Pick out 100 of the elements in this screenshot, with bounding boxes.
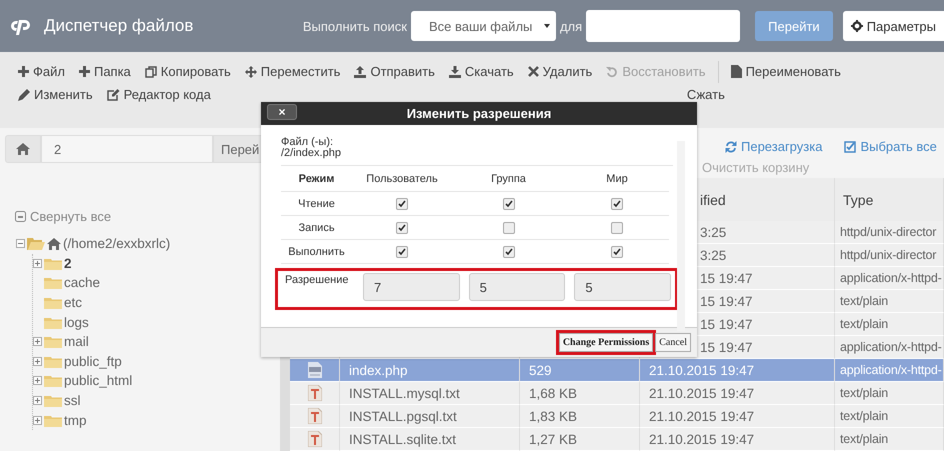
php-file-icon [308, 362, 322, 378]
column-header: Режим [298, 172, 334, 184]
tree-item[interactable]: public_ftp [64, 354, 122, 369]
checkbox[interactable] [611, 246, 623, 258]
dialog-button[interactable]: Change Permissions [558, 333, 654, 352]
mime-type: httpd/unix-director [840, 248, 936, 262]
action-link[interactable]: Перезагрузка [725, 139, 822, 154]
tree-label: (/home2/exxbxrlc) [63, 236, 170, 252]
action-link[interactable]: Выбрать все [844, 139, 937, 154]
modified-date: 15 19:47 [700, 316, 753, 332]
folder-icon [44, 256, 62, 270]
toolbar-button[interactable]: Файл [18, 64, 65, 79]
mime-type: application/x-httpd- [840, 271, 942, 285]
modified-date: 21.10.2015 19:47 [649, 432, 754, 446]
scrollbar[interactable] [677, 141, 685, 331]
tree-item[interactable]: ssl [64, 393, 80, 408]
checkbox[interactable] [611, 222, 623, 234]
home-button[interactable] [5, 135, 41, 163]
dialog-button[interactable]: Cancel [655, 333, 691, 352]
toolbar-button[interactable]: Переместить [244, 64, 340, 79]
plus-icon [78, 66, 90, 77]
collapse-all-link[interactable]: Свернуть все [15, 209, 280, 224]
tree-item[interactable]: (/home2/exxbxrlc) [16, 234, 280, 254]
mime-type: text/plain [840, 386, 888, 400]
search-field[interactable] [586, 10, 740, 42]
settings-button[interactable]: Параметры [842, 11, 944, 41]
expand-icon[interactable] [33, 416, 42, 425]
checkbox-icon [844, 140, 856, 153]
checkbox[interactable] [502, 246, 514, 258]
folder-icon [44, 374, 62, 388]
collapse-icon[interactable] [16, 239, 25, 248]
file-label: Файл (-ы): [281, 137, 334, 148]
file-size: 1,27 KB [529, 432, 578, 446]
tree-item[interactable]: 2 [64, 256, 72, 271]
close-button[interactable]: × [267, 104, 297, 120]
folder-icon [44, 296, 62, 310]
scope-select[interactable]: Все ваши файлы [410, 11, 556, 41]
tree-item[interactable]: public_html [64, 373, 132, 388]
tree-item[interactable]: etc [64, 295, 82, 310]
checkbox[interactable] [502, 198, 514, 210]
folder-icon [44, 354, 62, 368]
mime-type: application/x-httpd- [840, 363, 942, 377]
toolbar-button[interactable]: Изменить [18, 87, 93, 102]
close-icon [528, 66, 539, 77]
column-header: Группа [491, 172, 526, 184]
mode-label: Чтение [298, 198, 335, 210]
toolbar-button[interactable]: Переименовать [730, 64, 841, 79]
text-file-icon [308, 408, 322, 424]
mode-label: Выполнить [288, 246, 345, 258]
modified-date: 15 19:47 [700, 340, 753, 354]
column-header: Пользователь [366, 172, 438, 184]
copy-icon [144, 66, 157, 78]
file-size: 1,83 KB [529, 408, 578, 424]
tree-item[interactable]: mail [64, 334, 89, 350]
toolbar-button[interactable]: Отправить [354, 64, 435, 79]
home-icon [16, 143, 30, 155]
tree-item[interactable]: cache [64, 275, 100, 290]
expand-icon[interactable] [33, 258, 42, 268]
permission-label: Разрешение [285, 273, 350, 288]
toolbar-button[interactable]: Удалить [528, 64, 592, 79]
permission-field[interactable]: 7 [362, 273, 460, 301]
permission-field[interactable]: 5 [468, 273, 566, 301]
reload-icon [725, 140, 737, 153]
text-file-icon [308, 385, 322, 401]
modified-date: 21.10.2015 19:47 [649, 408, 754, 424]
expand-icon[interactable] [33, 356, 42, 366]
modified-date: 15 19:47 [700, 270, 753, 286]
permission-field[interactable]: 5 [574, 273, 671, 301]
for-label: для [560, 18, 582, 34]
mime-type: application/x-httpd- [840, 340, 942, 354]
folder-icon [27, 237, 45, 250]
search-label: Выполнить поиск [302, 18, 407, 34]
caret-icon [544, 24, 550, 28]
tree-item[interactable]: tmp [64, 412, 87, 428]
mime-type: httpd/unix-director [840, 225, 936, 239]
column-header[interactable]: Type [835, 178, 944, 221]
modified-date: 21.10.2015 19:47 [649, 386, 754, 400]
toolbar-button[interactable]: Папка [78, 64, 131, 79]
checkbox[interactable] [396, 198, 408, 210]
app-title: Диспетчер файлов [44, 16, 194, 36]
tree-item[interactable]: logs [64, 314, 89, 330]
expand-icon[interactable] [33, 376, 42, 386]
settings-icon [850, 20, 863, 32]
expand-icon[interactable] [33, 337, 42, 346]
toolbar-button[interactable]: Скачать [448, 64, 514, 79]
toolbar-button[interactable]: Редактор кода [106, 87, 211, 102]
toolbar-button[interactable]: Копировать [144, 64, 231, 79]
expand-icon[interactable] [33, 396, 42, 406]
collapse-icon [15, 211, 26, 222]
checkbox[interactable] [611, 198, 623, 210]
checkbox[interactable] [502, 222, 514, 234]
folder-icon [44, 276, 62, 290]
checkbox[interactable] [396, 246, 408, 258]
download-icon [448, 66, 461, 78]
checkbox[interactable] [396, 222, 408, 234]
modified-date: 3:25 [700, 248, 726, 262]
pencil-icon [18, 88, 30, 100]
mode-label: Запись [298, 222, 335, 234]
path-field[interactable]: 2 [41, 135, 213, 163]
toolbar-button[interactable]: Сжать [686, 87, 725, 102]
